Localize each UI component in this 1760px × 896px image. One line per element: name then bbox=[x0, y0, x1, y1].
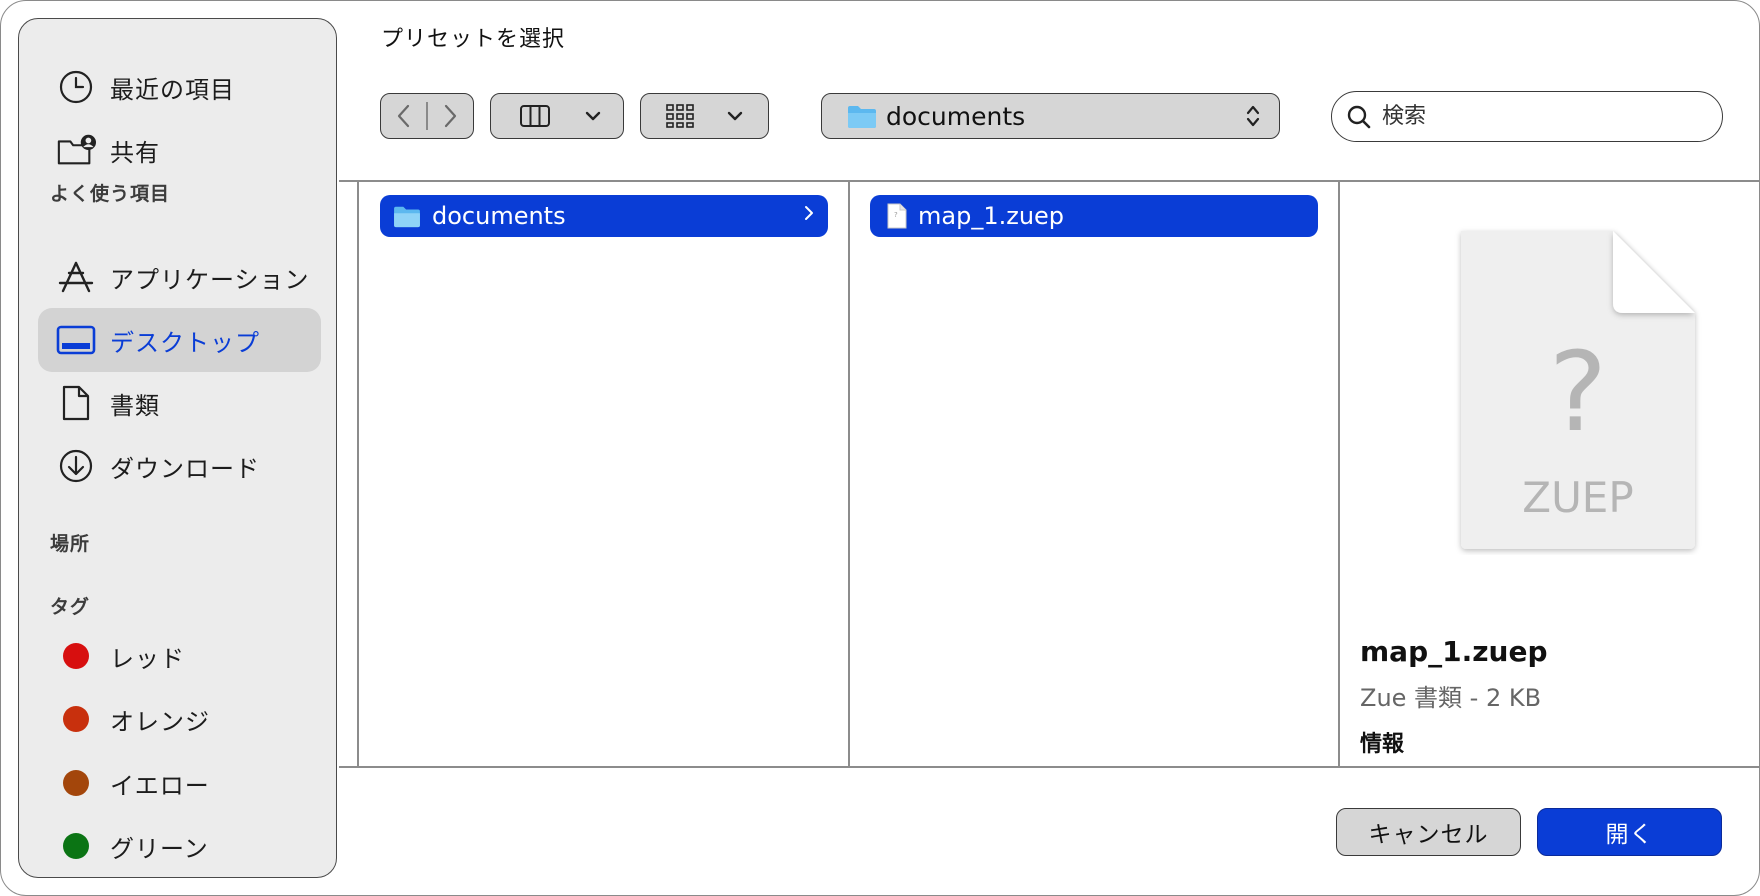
sidebar-item-documents[interactable]: 書類 bbox=[38, 371, 321, 435]
file-open-dialog: 最近の項目 共有 よく使う項目 アプリケーション デスクトップ 書類 ダウンロー… bbox=[0, 0, 1760, 896]
applications-icon bbox=[56, 257, 96, 297]
dialog-title: プリセットを選択 bbox=[381, 27, 566, 52]
tag-dot-icon bbox=[63, 643, 89, 669]
grid-icon bbox=[665, 103, 695, 129]
preview-extension: ZUEP bbox=[1522, 473, 1633, 522]
list-item-map-file[interactable]: ? map_1.zuep bbox=[870, 195, 1318, 237]
sidebar-item-label: ダウンロード bbox=[110, 454, 260, 483]
path-label: documents bbox=[886, 101, 1026, 131]
column-divider bbox=[1338, 181, 1340, 766]
sidebar-item-label: レッド bbox=[110, 644, 185, 673]
path-popup-button[interactable]: documents bbox=[821, 93, 1280, 139]
preview-file-meta: Zue 書類 - 2 KB bbox=[1360, 684, 1542, 712]
list-item-label: documents bbox=[432, 202, 566, 230]
browser-bottom-border bbox=[339, 766, 1759, 768]
view-mode-button[interactable] bbox=[490, 93, 624, 139]
shared-folder-icon bbox=[56, 130, 96, 170]
document-icon bbox=[56, 383, 96, 423]
forward-button[interactable] bbox=[428, 94, 473, 138]
sidebar-item-label: 書類 bbox=[110, 391, 160, 420]
sidebar-item-recents[interactable]: 最近の項目 bbox=[38, 55, 321, 119]
search-field[interactable] bbox=[1331, 91, 1723, 142]
folder-icon bbox=[392, 204, 422, 228]
sidebar-item-label: オレンジ bbox=[110, 707, 210, 736]
list-item-documents-folder[interactable]: documents bbox=[380, 195, 828, 237]
preview-file-name: map_1.zuep bbox=[1360, 635, 1548, 668]
group-by-button[interactable] bbox=[640, 93, 769, 139]
sidebar: 最近の項目 共有 よく使う項目 アプリケーション デスクトップ 書類 ダウンロー… bbox=[18, 18, 337, 878]
preview-glyph: ? bbox=[1549, 328, 1607, 456]
sidebar-item-label: デスクトップ bbox=[110, 328, 260, 357]
file-preview-icon: ? ZUEP bbox=[1453, 225, 1703, 559]
column-divider bbox=[357, 181, 359, 766]
sidebar-tag-yellow[interactable]: イエロー bbox=[38, 751, 321, 815]
cancel-button[interactable]: キャンセル bbox=[1336, 808, 1521, 856]
column-divider bbox=[848, 181, 850, 766]
chevron-right-icon bbox=[445, 104, 457, 128]
download-icon bbox=[56, 446, 96, 486]
list-item-label: map_1.zuep bbox=[918, 202, 1065, 230]
sidebar-item-label: イエロー bbox=[110, 771, 210, 800]
tag-dot-icon bbox=[63, 833, 89, 859]
sidebar-item-label: グリーン bbox=[110, 834, 209, 863]
sidebar-item-label: アプリケーション bbox=[110, 265, 310, 294]
chevron-down-icon bbox=[585, 110, 601, 122]
locations-header: 場所 bbox=[50, 533, 91, 555]
back-forward-control bbox=[380, 93, 474, 139]
svg-text:?: ? bbox=[894, 211, 898, 219]
sidebar-item-applications[interactable]: アプリケーション bbox=[38, 245, 321, 309]
open-button[interactable]: 開く bbox=[1537, 808, 1722, 856]
columns-view-icon bbox=[519, 104, 551, 128]
desktop-icon bbox=[56, 320, 96, 360]
sidebar-item-desktop[interactable]: デスクトップ bbox=[38, 308, 321, 372]
chevron-down-icon bbox=[727, 110, 743, 122]
chevron-left-icon bbox=[397, 104, 409, 128]
search-icon bbox=[1346, 104, 1372, 130]
file-icon: ? bbox=[886, 202, 908, 230]
favorites-header: よく使う項目 bbox=[50, 183, 171, 205]
sidebar-tag-red[interactable]: レッド bbox=[38, 624, 321, 688]
sidebar-item-downloads[interactable]: ダウンロード bbox=[38, 434, 321, 498]
browser-top-border bbox=[339, 180, 1759, 182]
back-button[interactable] bbox=[381, 94, 426, 138]
sidebar-item-shared[interactable]: 共有 bbox=[38, 118, 321, 182]
tag-dot-icon bbox=[63, 770, 89, 796]
preview-info-label: 情報 bbox=[1360, 732, 1405, 757]
sidebar-item-label: 最近の項目 bbox=[110, 75, 235, 104]
clock-icon bbox=[56, 67, 96, 107]
tag-dot-icon bbox=[63, 706, 89, 732]
search-input[interactable] bbox=[1380, 103, 1704, 130]
folder-icon bbox=[846, 103, 878, 129]
sidebar-item-label: 共有 bbox=[110, 138, 160, 167]
sidebar-tag-orange[interactable]: オレンジ bbox=[38, 687, 321, 751]
tags-header: タグ bbox=[50, 596, 91, 618]
sidebar-tag-green[interactable]: グリーン bbox=[38, 814, 321, 878]
up-down-chevron-icon bbox=[1245, 103, 1261, 129]
chevron-right-icon bbox=[804, 203, 814, 227]
